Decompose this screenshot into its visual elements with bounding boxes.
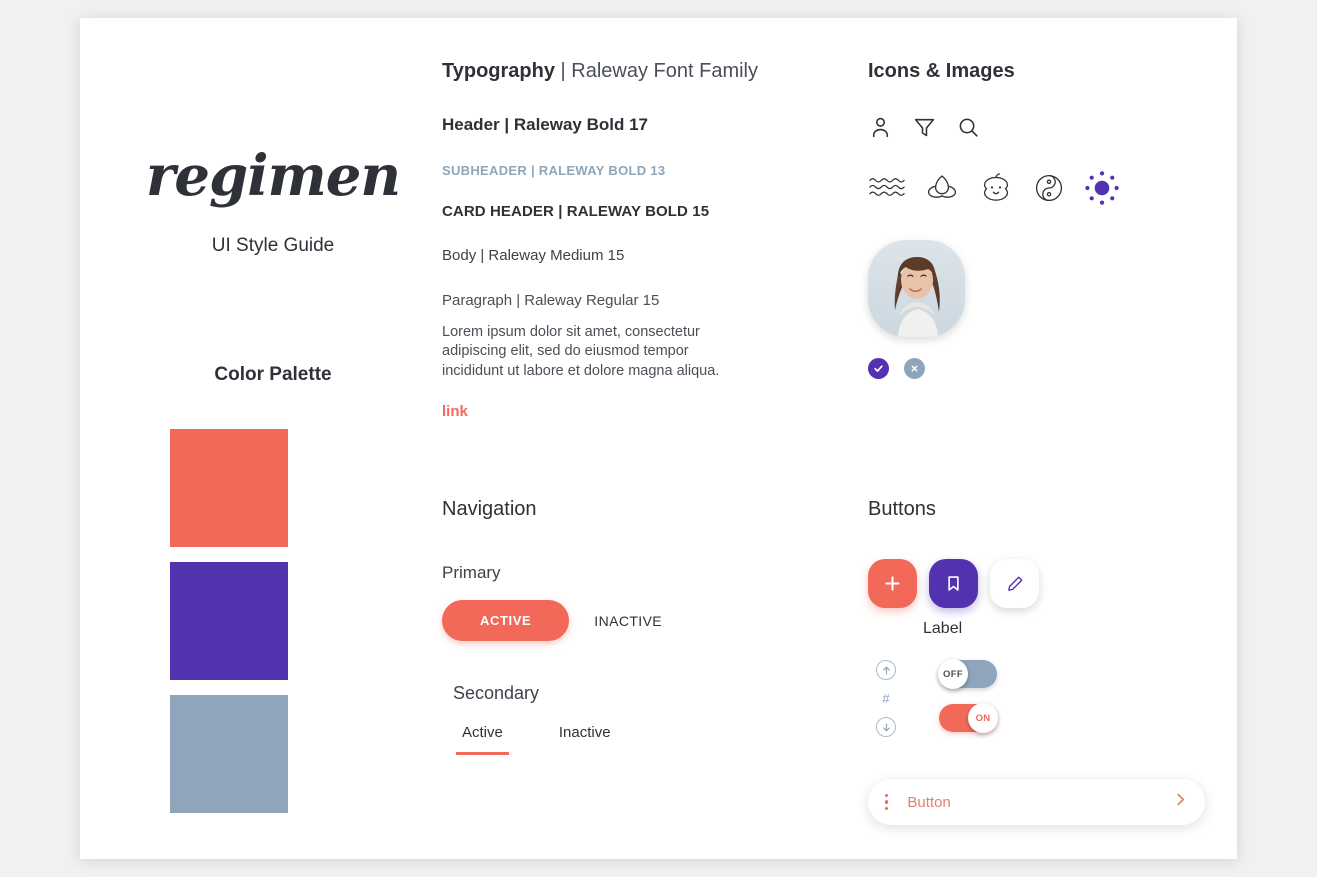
sample-card-header: CARD HEADER | RALEWAY BOLD 15 [442,203,710,220]
sample-link[interactable]: link [442,403,792,420]
bookmark-button[interactable] [929,559,978,608]
typography-section: Typography | Raleway Font Family Header … [442,60,792,420]
sample-subheader: SUBHEADER | RALEWAY BOLD 13 [442,163,666,178]
primary-nav-label: Primary [442,563,501,582]
person-icon[interactable] [868,115,893,145]
swatch-coral [170,429,288,547]
swatch-purple [170,562,288,680]
primary-tab-inactive[interactable]: INACTIVE [594,613,662,629]
buttons-title: Buttons [868,498,936,520]
icon-row-secondary [868,170,1198,211]
sample-header: Header | Raleway Bold 17 [442,115,649,134]
add-button[interactable] [868,559,917,608]
more-options-icon[interactable] [885,793,889,811]
secondary-nav-label: Secondary [453,683,540,703]
avatar [868,240,965,337]
wide-button[interactable]: Button [868,779,1205,825]
filter-icon[interactable] [912,115,937,145]
yin-yang-icon[interactable] [1032,172,1066,209]
toggle-group: OFF ON [938,659,998,733]
brand-block: regimen UI Style Guide [113,148,433,257]
fab-row [868,559,1218,608]
logo-wordmark: regimen [145,143,401,209]
icon-row-primary [868,115,1198,145]
sample-body: Body | Raleway Medium 15 [442,247,625,264]
stepper: # [868,660,904,737]
icons-section: Icons & Images [868,60,1198,379]
check-badge[interactable] [868,358,889,379]
typography-title-suffix: | Raleway Font Family [554,60,758,82]
secondary-tab-active[interactable]: Active [456,724,509,755]
search-icon[interactable] [956,115,981,145]
color-swatch-list [170,429,288,828]
wide-button-label: Button [907,793,951,811]
style-guide-card: regimen UI Style Guide Color Palette Typ… [80,18,1237,859]
stepper-value: # [882,691,890,706]
typography-title-main: Typography [442,60,555,82]
close-badge[interactable] [904,358,925,379]
color-palette-title: Color Palette [214,364,332,385]
toggle-on[interactable]: ON [939,703,998,733]
waves-icon[interactable] [868,173,906,208]
secondary-tab-inactive[interactable]: Inactive [559,724,611,755]
fab-label: Label [923,620,963,637]
edit-button[interactable] [990,559,1039,608]
stepper-up-icon[interactable] [876,660,896,680]
sample-paragraph: Lorem ipsum dolor sit amet, consectetur … [442,324,720,379]
buttons-section: Buttons Label # OFF ON Button [868,498,1218,825]
navigation-title: Navigation [442,498,537,520]
baby-face-icon[interactable] [978,172,1014,209]
typography-title: Typography | Raleway Font Family [442,60,792,83]
stepper-down-icon[interactable] [876,717,896,737]
primary-nav-row: ACTIVE INACTIVE [442,600,792,641]
toggle-off[interactable]: OFF [938,659,997,689]
swatch-slate [170,695,288,813]
chevron-right-icon [1173,792,1188,812]
sample-paragraph-label: Paragraph | Raleway Regular 15 [442,292,660,309]
navigation-section: Navigation Primary ACTIVE INACTIVE Secon… [442,498,792,755]
status-badges [868,358,1198,379]
toggle-on-label: ON [968,703,998,733]
primary-tab-active[interactable]: ACTIVE [442,600,570,641]
toggle-block: # OFF ON [868,659,1218,737]
secondary-nav-row: Active Inactive [456,724,792,755]
toggle-off-label: OFF [938,659,968,689]
sun-radial-icon[interactable] [1084,170,1120,211]
brand-subtitle: UI Style Guide [211,235,335,256]
lotus-icon[interactable] [924,172,960,209]
icons-title: Icons & Images [868,60,1015,82]
